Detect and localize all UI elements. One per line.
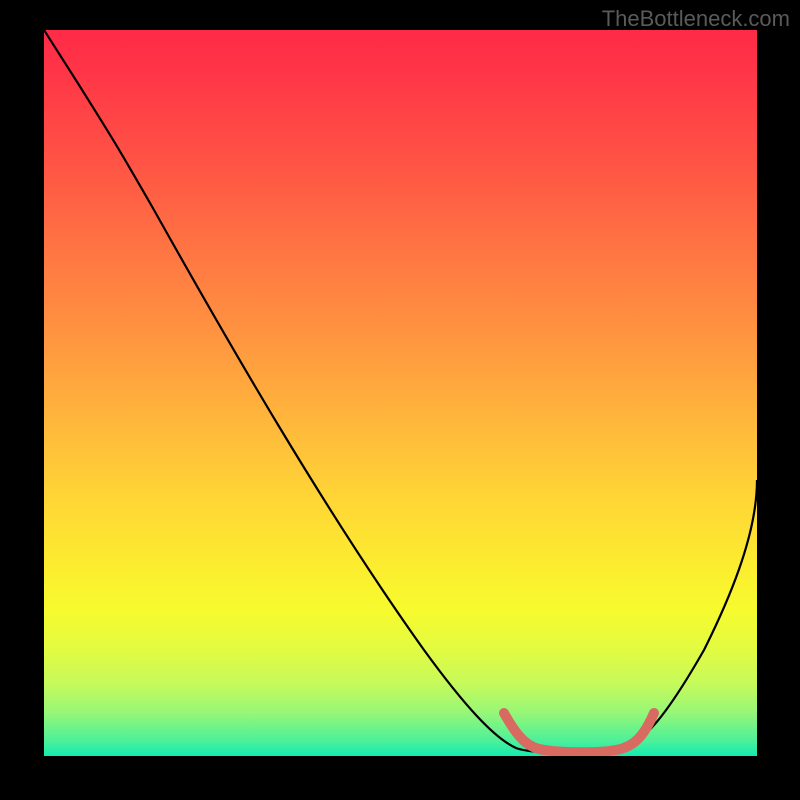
optimal-zone-highlight [504,713,654,752]
chart-svg [44,30,757,756]
watermark-text: TheBottleneck.com [602,6,790,32]
bottleneck-curve [44,30,757,753]
